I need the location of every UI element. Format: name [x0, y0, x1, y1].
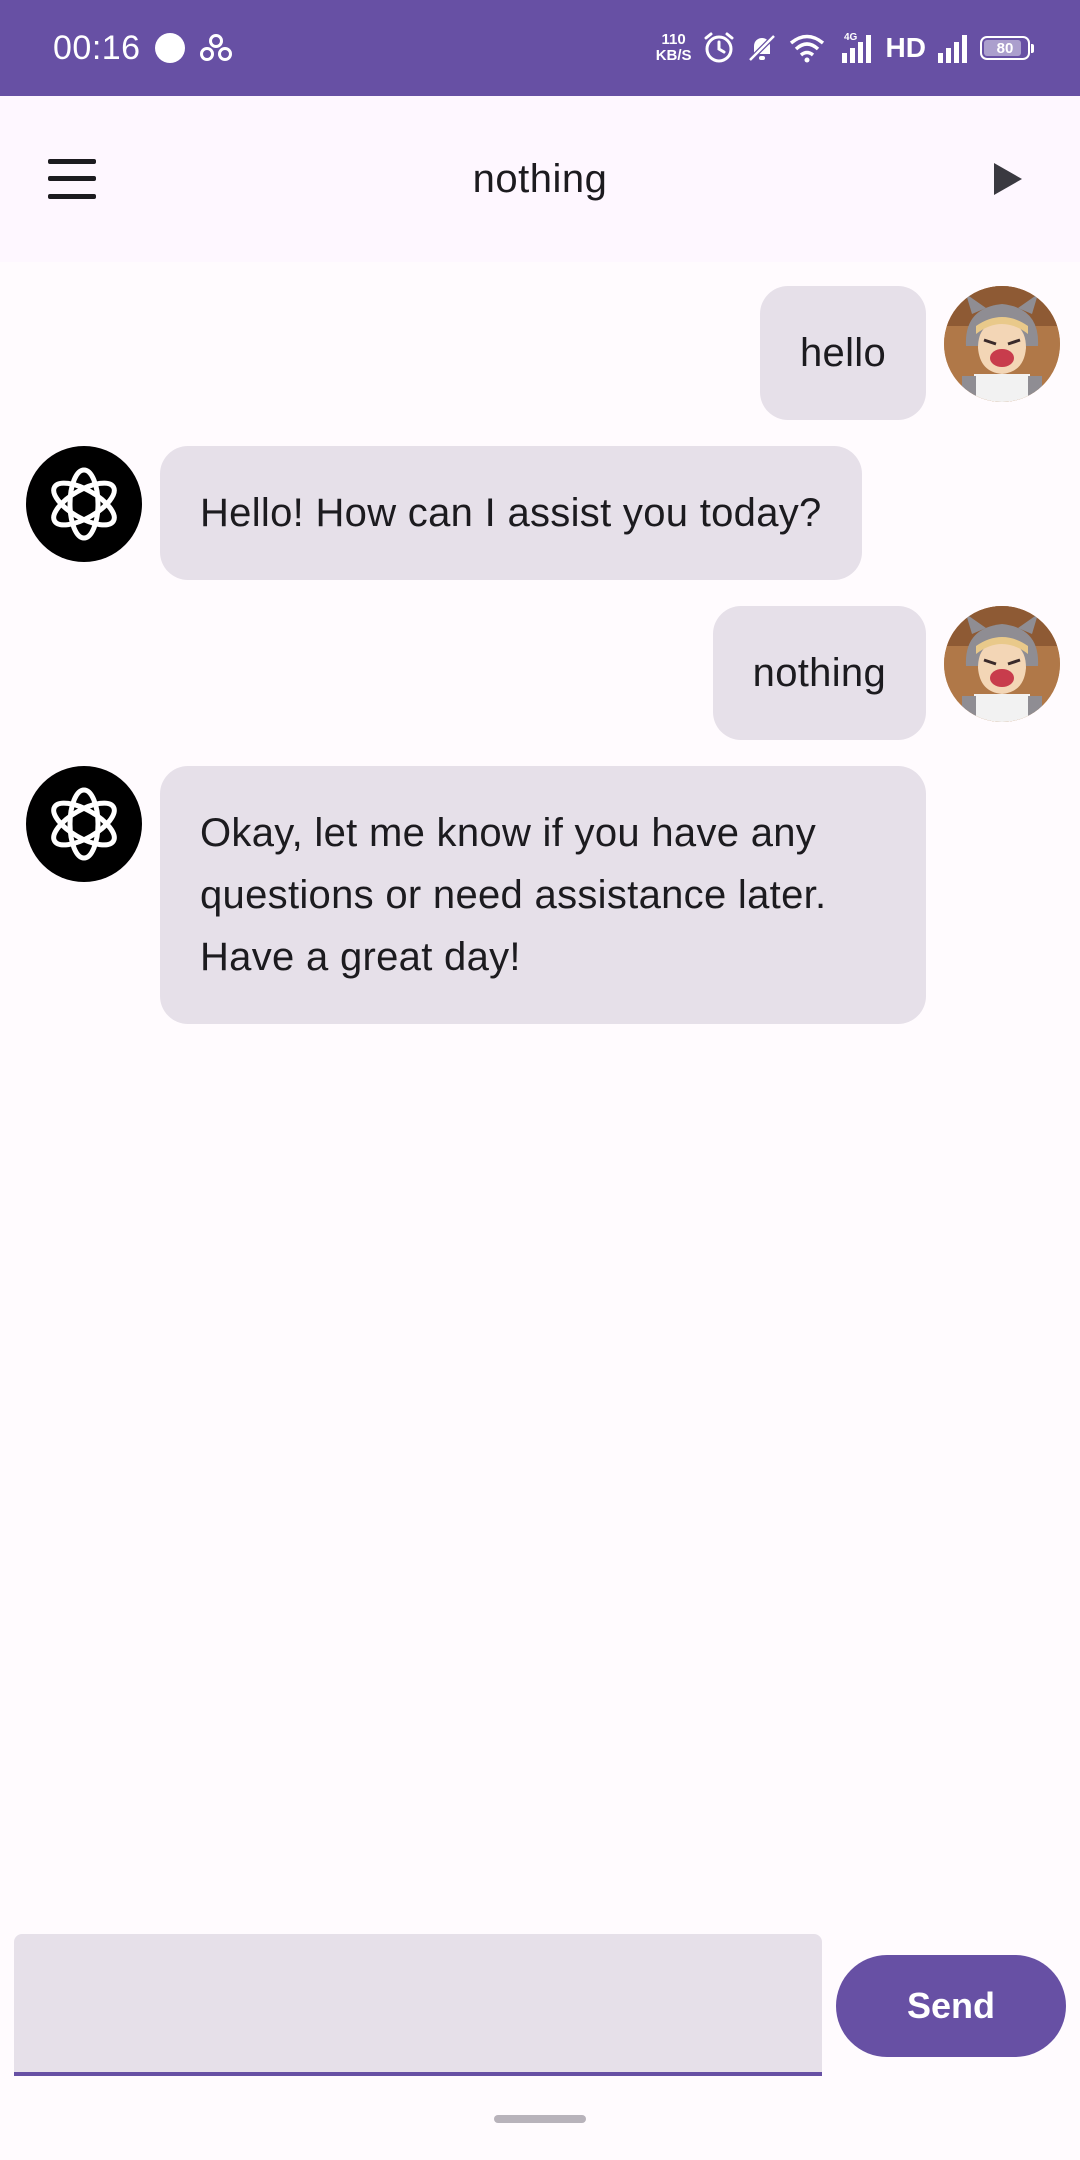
user-message-bubble[interactable]: hello	[759, 286, 926, 420]
assistant-avatar[interactable]	[26, 766, 142, 882]
message-text-line: questions or need assistance later.	[200, 873, 827, 917]
message-text: nothing	[752, 651, 886, 695]
message-text: Hello! How can I assist you today?	[200, 491, 822, 535]
page-title: nothing	[472, 156, 608, 201]
status-bar: 00:16 110 KB/S 4G HD 80	[0, 0, 1080, 96]
assistant-message-bubble[interactable]: Hello! How can I assist you today?	[160, 446, 862, 580]
message-text-line: Okay, let me know if you have any	[200, 811, 817, 855]
status-time: 00:16	[53, 28, 141, 67]
menu-button[interactable]	[44, 151, 100, 207]
openai-logo-icon	[51, 787, 117, 861]
message-text-line: Have a great day!	[200, 935, 521, 979]
top-app-bar: nothing	[0, 96, 1080, 262]
alarm-icon	[704, 32, 734, 63]
assistant-message-bubble[interactable]: Okay, let me know if you have any questi…	[160, 766, 926, 1024]
play-icon	[994, 163, 1022, 195]
wifi-icon	[789, 34, 824, 63]
mute-bell-icon	[747, 34, 776, 62]
svg-text:4G: 4G	[844, 32, 858, 43]
battery-icon: 80	[980, 36, 1034, 60]
message-text: hello	[799, 331, 886, 375]
user-avatar[interactable]	[944, 286, 1060, 402]
anime-character-avatar-icon	[944, 606, 1060, 722]
message-row-assistant: Okay, let me know if you have any questi…	[26, 766, 926, 1024]
send-button[interactable]: Send	[836, 1955, 1066, 2057]
notification-dot-icon	[154, 33, 185, 63]
anime-character-avatar-icon	[944, 286, 1060, 402]
cell-signal-4g-icon: 4G	[841, 32, 871, 63]
cell-signal-icon	[938, 35, 967, 63]
hd-voice-label: HD	[885, 32, 926, 63]
message-row-user: hello	[759, 286, 1060, 420]
hamburger-menu-icon	[48, 159, 96, 199]
home-indicator[interactable]	[494, 2115, 586, 2123]
message-row-user: nothing	[712, 606, 1060, 740]
user-message-bubble[interactable]: nothing	[712, 606, 926, 740]
user-avatar[interactable]	[944, 606, 1060, 722]
message-row-assistant: Hello! How can I assist you today?	[26, 446, 862, 580]
openai-logo-icon	[51, 467, 117, 541]
assistant-avatar[interactable]	[26, 446, 142, 562]
network-speed: 110 KB/S	[655, 31, 692, 64]
message-input[interactable]	[14, 1934, 822, 2076]
play-button[interactable]	[980, 151, 1036, 207]
share-link-icon	[199, 34, 232, 61]
